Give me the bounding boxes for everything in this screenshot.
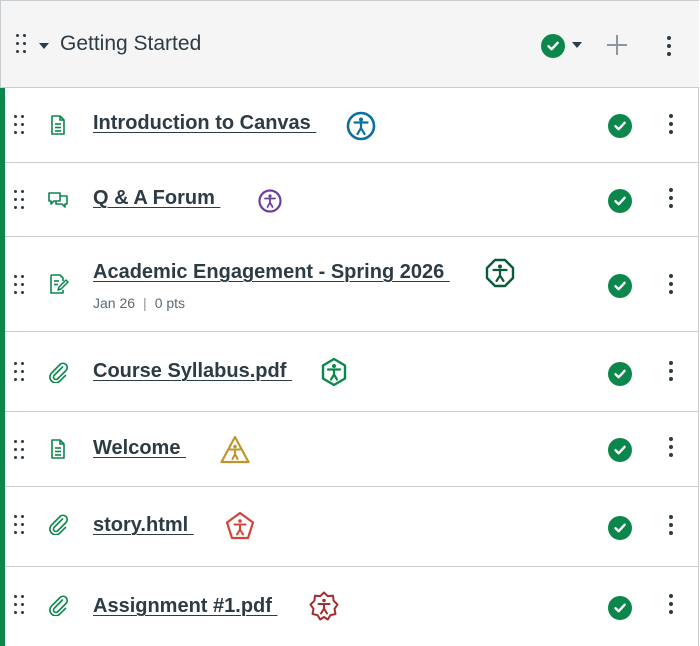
item-options-kebab-icon[interactable] bbox=[668, 361, 674, 381]
item-options-kebab-icon[interactable] bbox=[668, 515, 674, 535]
module-item-row: story.html bbox=[5, 487, 699, 567]
drag-handle-icon[interactable] bbox=[14, 275, 24, 295]
module-options-kebab-icon[interactable] bbox=[666, 36, 672, 56]
item-title-link[interactable]: Introduction to Canvas bbox=[93, 112, 316, 135]
assignment-icon bbox=[50, 274, 69, 294]
published-check-icon[interactable] bbox=[608, 596, 632, 620]
module-item-row: Welcome bbox=[5, 412, 699, 487]
module-item-row: Academic Engagement - Spring 2026 Jan 26… bbox=[5, 237, 699, 332]
module-item-row: Assignment #1.pdf bbox=[5, 567, 699, 646]
publish-menu-caret-icon[interactable] bbox=[572, 42, 582, 48]
published-check-icon[interactable] bbox=[608, 114, 632, 138]
accessibility-hexagon-icon[interactable] bbox=[318, 356, 350, 388]
accessibility-circle-icon[interactable] bbox=[254, 185, 286, 217]
drag-handle-icon[interactable] bbox=[14, 362, 24, 382]
drag-handle-icon[interactable] bbox=[16, 34, 26, 54]
item-title-link[interactable]: Welcome bbox=[93, 437, 186, 460]
item-title-link[interactable]: Assignment #1.pdf bbox=[93, 595, 277, 618]
published-check-icon[interactable] bbox=[608, 516, 632, 540]
item-options-kebab-icon[interactable] bbox=[668, 114, 674, 134]
item-options-kebab-icon[interactable] bbox=[668, 594, 674, 614]
module-header: Getting Started bbox=[0, 0, 699, 88]
item-title-link[interactable]: Course Syllabus.pdf bbox=[93, 360, 292, 383]
item-title-link[interactable]: Academic Engagement - Spring 2026 bbox=[93, 261, 450, 284]
drag-handle-icon[interactable] bbox=[14, 115, 24, 135]
published-check-icon[interactable] bbox=[608, 438, 632, 462]
module-item-row: Course Syllabus.pdf bbox=[5, 332, 699, 412]
page-icon bbox=[51, 115, 65, 135]
item-options-kebab-icon[interactable] bbox=[668, 437, 674, 457]
item-options-kebab-icon[interactable] bbox=[668, 274, 674, 294]
item-title-link[interactable]: Q & A Forum bbox=[93, 187, 220, 210]
attachment-icon bbox=[49, 362, 69, 383]
item-options-kebab-icon[interactable] bbox=[668, 188, 674, 208]
attachment-icon bbox=[49, 514, 69, 535]
published-check-icon[interactable] bbox=[608, 274, 632, 298]
published-check-icon[interactable] bbox=[608, 189, 632, 213]
due-date: Jan 26 bbox=[93, 295, 136, 311]
attachment-icon bbox=[49, 595, 69, 616]
collapse-caret-icon[interactable] bbox=[39, 43, 49, 49]
add-item-icon[interactable] bbox=[606, 34, 628, 56]
published-check-icon[interactable] bbox=[608, 362, 632, 386]
module-title: Getting Started bbox=[60, 32, 202, 55]
module-item-row: Introduction to Canvas bbox=[5, 88, 699, 163]
discussion-icon bbox=[48, 192, 68, 208]
accessibility-octagon-icon[interactable] bbox=[484, 257, 516, 289]
module-item-row: Q & A Forum bbox=[5, 163, 699, 237]
item-title-link[interactable]: story.html bbox=[93, 514, 194, 537]
page-icon bbox=[51, 439, 65, 459]
published-check-icon[interactable] bbox=[541, 34, 565, 58]
module-container: Getting Started Introduction to Canvas Q… bbox=[0, 0, 699, 646]
item-meta: Jan 26 | 0 pts bbox=[93, 295, 186, 311]
drag-handle-icon[interactable] bbox=[14, 515, 24, 535]
accessibility-pentagon-icon[interactable] bbox=[224, 510, 256, 542]
accessibility-triangle-icon[interactable] bbox=[219, 434, 251, 466]
accessibility-circle-icon[interactable] bbox=[345, 110, 377, 142]
module-items-list: Introduction to Canvas Q & A Forum Acade… bbox=[0, 88, 699, 646]
drag-handle-icon[interactable] bbox=[14, 190, 24, 210]
points: 0 pts bbox=[154, 295, 186, 311]
drag-handle-icon[interactable] bbox=[14, 440, 24, 460]
accessibility-star-icon[interactable] bbox=[308, 590, 340, 622]
drag-handle-icon[interactable] bbox=[14, 595, 24, 615]
